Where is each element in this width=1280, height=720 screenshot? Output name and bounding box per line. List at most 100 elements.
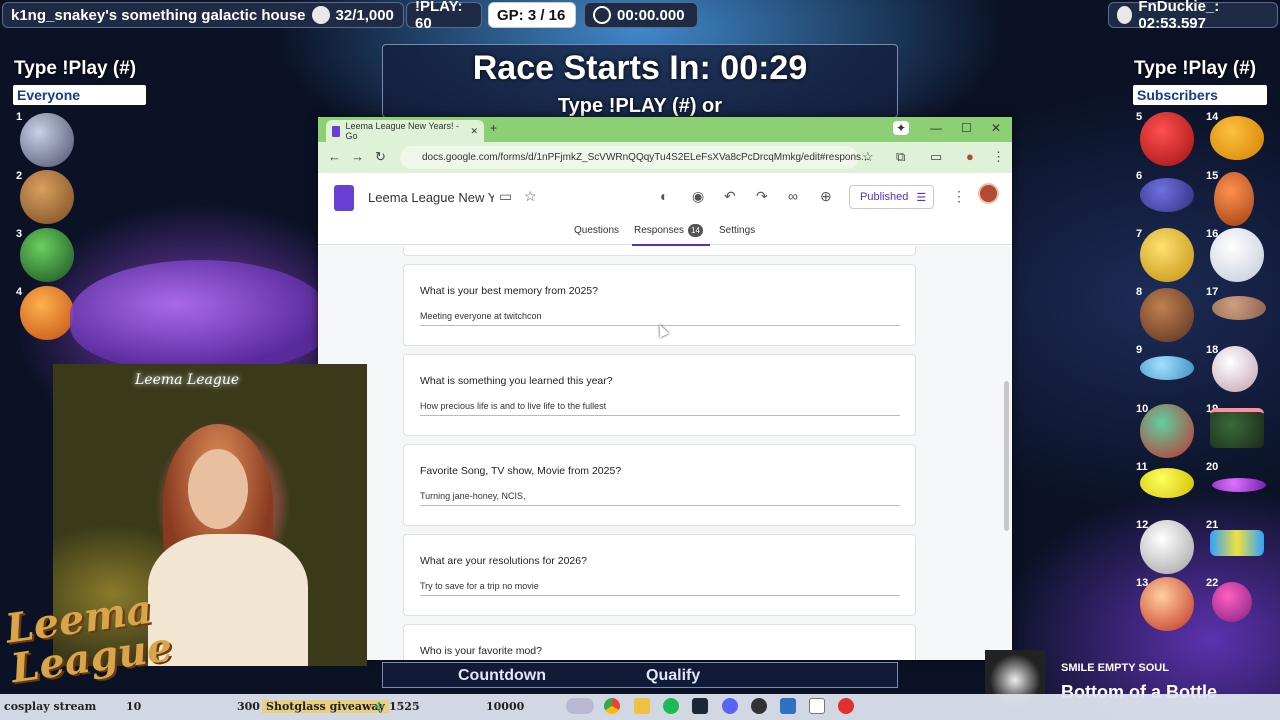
- response-card: Favorite Song, TV show, Movie from 2025?…: [403, 444, 916, 526]
- palette-icon[interactable]: ◐: [660, 188, 668, 204]
- close-window-icon[interactable]: ✕: [991, 121, 1001, 135]
- reload-icon[interactable]: ↻: [375, 149, 386, 165]
- folder-icon[interactable]: ▭: [499, 188, 512, 205]
- marble-12: [1140, 520, 1194, 574]
- leader-text: FnDuckie_: 02:53.597: [1138, 0, 1220, 32]
- obs-icon[interactable]: [751, 698, 767, 714]
- discord-icon[interactable]: [722, 698, 738, 714]
- published-label: Published: [860, 191, 909, 203]
- responses-content: What is your best memory from 2025? Meet…: [318, 246, 1012, 660]
- race-instruction: Type !PLAY (#) or: [557, 95, 723, 117]
- notepad-icon[interactable]: [809, 698, 825, 714]
- marble-5: [1140, 112, 1194, 166]
- undo-icon[interactable]: ↶: [724, 188, 736, 205]
- cloud-icon[interactable]: [566, 698, 594, 714]
- marble-8: [1140, 288, 1194, 342]
- question-text: What are your resolutions for 2026?: [420, 555, 587, 567]
- star-outline-icon[interactable]: ☆: [524, 188, 537, 205]
- slot-number: 4: [16, 286, 23, 298]
- link-icon[interactable]: ∞: [788, 188, 798, 204]
- avatar[interactable]: [978, 183, 999, 204]
- forward-icon[interactable]: →: [351, 149, 364, 164]
- scrollbar[interactable]: [1004, 381, 1009, 531]
- star-icon[interactable]: ☆: [862, 149, 874, 165]
- profile-icon[interactable]: ●: [966, 149, 974, 164]
- spotify-icon[interactable]: [663, 698, 679, 714]
- new-tab-icon[interactable]: +: [490, 121, 497, 135]
- race-panel: Race Starts In: 00:29 Type !PLAY (#) or: [382, 44, 898, 118]
- browser-tab[interactable]: Leema League New Years! - Go ✕: [326, 120, 484, 142]
- leader-timer: FnDuckie_: 02:53.597: [1108, 0, 1278, 32]
- play-count-text: !PLAY: 60: [415, 0, 463, 32]
- answer-text: Try to save for a trip no movie: [420, 581, 539, 591]
- question-text: What is something you learned this year?: [420, 375, 613, 387]
- forms-favicon-icon: [332, 125, 341, 137]
- tab-questions[interactable]: Questions: [574, 225, 619, 236]
- close-tab-icon[interactable]: ✕: [470, 126, 478, 137]
- marble-21: [1210, 530, 1264, 556]
- marble-15: [1214, 172, 1254, 226]
- race-countdown-title: Race Starts In: 00:29: [472, 49, 808, 87]
- slot-number: 14: [1206, 111, 1219, 123]
- url-field[interactable]: docs.google.com/forms/d/1nPFjmkZ_ScVWRnQ…: [400, 146, 869, 169]
- slot-number: 15: [1206, 170, 1219, 182]
- tab-responses[interactable]: Responses: [634, 225, 684, 236]
- steam-icon[interactable]: [692, 698, 708, 714]
- slot-number: 20: [1206, 461, 1219, 473]
- gemini-icon[interactable]: ✦: [893, 121, 910, 135]
- slot-number: 8: [1136, 286, 1143, 298]
- response-card: What is something you learned this year?…: [403, 354, 916, 436]
- race-status-panel: Countdown Qualify: [382, 662, 898, 688]
- marble-19: [1210, 408, 1264, 448]
- slot-number: 7: [1136, 228, 1143, 240]
- response-card: [403, 246, 916, 256]
- right-panel-group: Subscribers: [1133, 85, 1267, 105]
- minimize-icon[interactable]: —: [930, 121, 942, 135]
- extensions-icon[interactable]: ⧉: [896, 149, 905, 165]
- marble-2: [20, 170, 74, 224]
- menu-icon[interactable]: ⋮: [992, 149, 1005, 165]
- preview-eye-icon[interactable]: ◉: [692, 188, 704, 205]
- chrome-icon[interactable]: [604, 698, 620, 714]
- folder-icon[interactable]: [634, 698, 650, 714]
- streamer-face: [188, 449, 248, 529]
- tab-bar: Leema League New Years! - Go ✕ + ✦ — ☐ ✕: [318, 117, 1012, 142]
- qualify-label: Qualify: [646, 667, 701, 684]
- neon-sign: Leema League: [135, 372, 240, 388]
- more-menu-icon[interactable]: ⋮: [952, 188, 966, 205]
- marble-22: [1212, 582, 1252, 622]
- red-app-icon[interactable]: [838, 698, 854, 714]
- countdown-label: Countdown: [458, 667, 546, 684]
- marble-14: [1210, 116, 1264, 160]
- marble-18: [1212, 346, 1258, 392]
- answer-text: Turning jane-honey, NCIS,: [420, 491, 526, 501]
- maximize-icon[interactable]: ☐: [961, 121, 972, 135]
- progress-pie-icon: [311, 6, 330, 24]
- marble-7: [1140, 228, 1194, 282]
- tab-search-icon[interactable]: ▭: [930, 149, 942, 165]
- back-icon[interactable]: ←: [328, 149, 341, 164]
- forms-logo-icon[interactable]: [334, 185, 354, 211]
- artist-name: SMILE EMPTY SOUL: [1061, 662, 1169, 674]
- answer-underline: [420, 415, 900, 416]
- tab-settings[interactable]: Settings: [719, 225, 755, 236]
- app-icon[interactable]: [780, 698, 796, 714]
- marble-20: [1212, 478, 1266, 492]
- ticker-count-1: 10: [126, 700, 142, 713]
- marble-6: [1140, 178, 1194, 212]
- marble-1: [20, 113, 74, 167]
- slot-number: 17: [1206, 286, 1219, 298]
- streamer-body: [148, 534, 308, 666]
- slot-number: 2: [16, 170, 23, 182]
- slot-number: 22: [1206, 577, 1219, 589]
- question-text: What is your best memory from 2025?: [420, 285, 598, 297]
- tune-icon: ☰: [916, 191, 927, 204]
- add-collaborator-icon[interactable]: ⊕: [820, 188, 832, 205]
- answer-text: How precious life is and to live life to…: [420, 401, 607, 411]
- published-button[interactable]: Published ☰: [849, 185, 934, 209]
- pie-icon: [1117, 6, 1133, 24]
- redo-icon[interactable]: ↷: [756, 188, 768, 205]
- house-label: k1ng_snakey's something galactic house 3…: [2, 2, 404, 28]
- marble-3: [20, 228, 74, 282]
- form-title[interactable]: Leema League New Yea: [368, 190, 494, 205]
